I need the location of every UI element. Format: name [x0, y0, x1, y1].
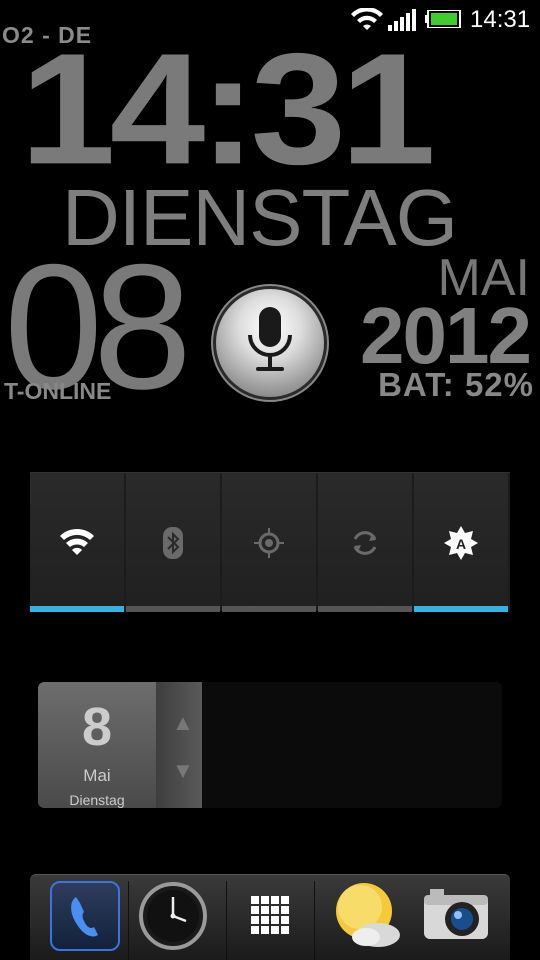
- phone-button[interactable]: [50, 881, 120, 951]
- sync-state-bar: [318, 606, 412, 612]
- calendar-month: Mai: [83, 766, 111, 785]
- auto-brightness-icon: A: [444, 526, 478, 560]
- sync-toggle[interactable]: [318, 473, 412, 612]
- clock-app-icon: [139, 882, 207, 950]
- gps-icon: [254, 528, 284, 558]
- brightness-state-bar: [414, 606, 508, 612]
- email-account-label: T-ONLINE: [4, 378, 112, 404]
- calendar-date-card[interactable]: 8 Mai Dienstag: [38, 682, 156, 808]
- battery-icon: [425, 10, 461, 28]
- gps-toggle[interactable]: [222, 473, 316, 612]
- dock: [30, 874, 510, 960]
- weather-icon: [336, 883, 400, 947]
- calendar-day: 8: [81, 697, 113, 757]
- status-time: 14:31: [470, 6, 531, 33]
- app-drawer-icon: [251, 896, 289, 934]
- clock-time[interactable]: 14:31: [20, 30, 436, 188]
- microphone-icon: [248, 307, 292, 371]
- wifi-state-bar: [30, 606, 124, 612]
- weather-button[interactable]: [328, 881, 400, 951]
- wifi-icon: [60, 528, 94, 555]
- calendar-widget[interactable]: 8 Mai Dienstag ▲ ▼: [38, 682, 502, 808]
- battery-label: BAT: 52%: [378, 366, 534, 403]
- camera-button[interactable]: [420, 881, 490, 951]
- year-label: 2012: [360, 291, 532, 380]
- power-control-widget: A: [30, 472, 510, 612]
- calendar-up-icon[interactable]: ▲: [172, 710, 194, 736]
- sync-icon: [353, 531, 377, 555]
- gps-state-bar: [222, 606, 316, 612]
- calendar-nav-strip: [156, 682, 202, 808]
- camera-icon: [424, 889, 488, 939]
- bluetooth-icon: [163, 527, 183, 559]
- voice-search-button[interactable]: [216, 289, 324, 397]
- calendar-weekday: Dienstag: [69, 792, 125, 808]
- svg-text:A: A: [456, 536, 466, 552]
- clock-app-button[interactable]: [138, 881, 208, 951]
- wifi-toggle[interactable]: [30, 473, 124, 612]
- brightness-toggle[interactable]: A: [414, 473, 508, 612]
- bluetooth-toggle[interactable]: [126, 473, 220, 612]
- app-drawer-button[interactable]: [236, 881, 306, 951]
- phone-icon: [71, 897, 98, 937]
- bluetooth-state-bar: [126, 606, 220, 612]
- calendar-down-icon[interactable]: ▼: [172, 758, 194, 784]
